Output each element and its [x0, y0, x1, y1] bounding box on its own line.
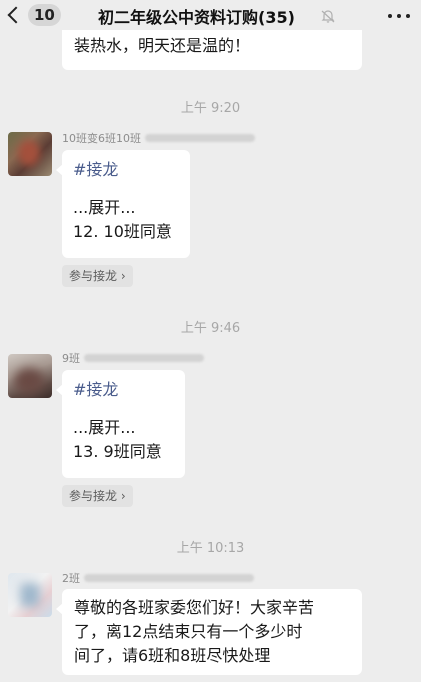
- join-solitaire-button[interactable]: 参与接龙 ›: [62, 485, 133, 507]
- message-text-line: 尊敬的各班家委您们好！大家辛苦: [74, 598, 315, 617]
- avatar-photo: [20, 583, 40, 607]
- blurred-name: [145, 134, 255, 142]
- expand-text[interactable]: ...展开...: [73, 196, 190, 220]
- sender-name: 2班: [62, 570, 254, 586]
- expand-text[interactable]: ...展开...: [73, 416, 185, 440]
- avatar[interactable]: [8, 354, 52, 398]
- message-text-line: 了，离12点结束只有一个多少时: [74, 622, 303, 641]
- mute-bell-icon: [321, 10, 335, 23]
- sender-name: 10班变6班10班: [62, 130, 255, 146]
- join-solitaire-button[interactable]: 参与接龙 ›: [62, 265, 133, 287]
- message-bubble[interactable]: #接龙 ...展开... 13. 9班同意: [56, 370, 185, 478]
- message-bubble[interactable]: 尊敬的各班家委您们好！大家辛苦 了，离12点结束只有一个多少时 间了，请6班和8…: [56, 589, 362, 675]
- timestamp: 上午 9:20: [180, 101, 241, 116]
- back-button[interactable]: 10: [6, 2, 61, 28]
- dot-icon: [388, 14, 392, 18]
- avatar-photo: [14, 368, 44, 394]
- sender-name: 9班: [62, 350, 204, 366]
- chevron-left-icon: [7, 6, 25, 24]
- avatar[interactable]: [8, 573, 52, 617]
- solitaire-tag[interactable]: #接龙: [73, 158, 190, 182]
- more-options-button[interactable]: [388, 6, 410, 26]
- message-text: 装热水，明天还是温的！: [74, 36, 251, 55]
- message-text: 13. 9班同意: [73, 442, 162, 461]
- unread-count-badge: 10: [28, 4, 61, 26]
- chat-header: 10 初二年级公中资料订购(35): [0, 0, 421, 30]
- blurred-name: [84, 354, 204, 362]
- avatar-photo: [18, 140, 40, 166]
- chat-title: 初二年级公中资料订购(35): [98, 8, 295, 27]
- message-text: 12. 10班同意: [73, 222, 172, 241]
- dot-icon: [406, 14, 410, 18]
- dot-icon: [397, 14, 401, 18]
- avatar[interactable]: [8, 132, 52, 176]
- message-bubble-previous[interactable]: 装热水，明天还是温的！: [62, 24, 362, 70]
- timestamp: 上午 9:46: [180, 321, 241, 336]
- message-text-line: 间了，请6班和8班尽快处理: [74, 646, 271, 665]
- solitaire-tag[interactable]: #接龙: [73, 378, 185, 402]
- blurred-name: [84, 574, 254, 582]
- message-bubble[interactable]: #接龙 ...展开... 12. 10班同意: [56, 150, 190, 258]
- timestamp: 上午 10:13: [176, 541, 245, 556]
